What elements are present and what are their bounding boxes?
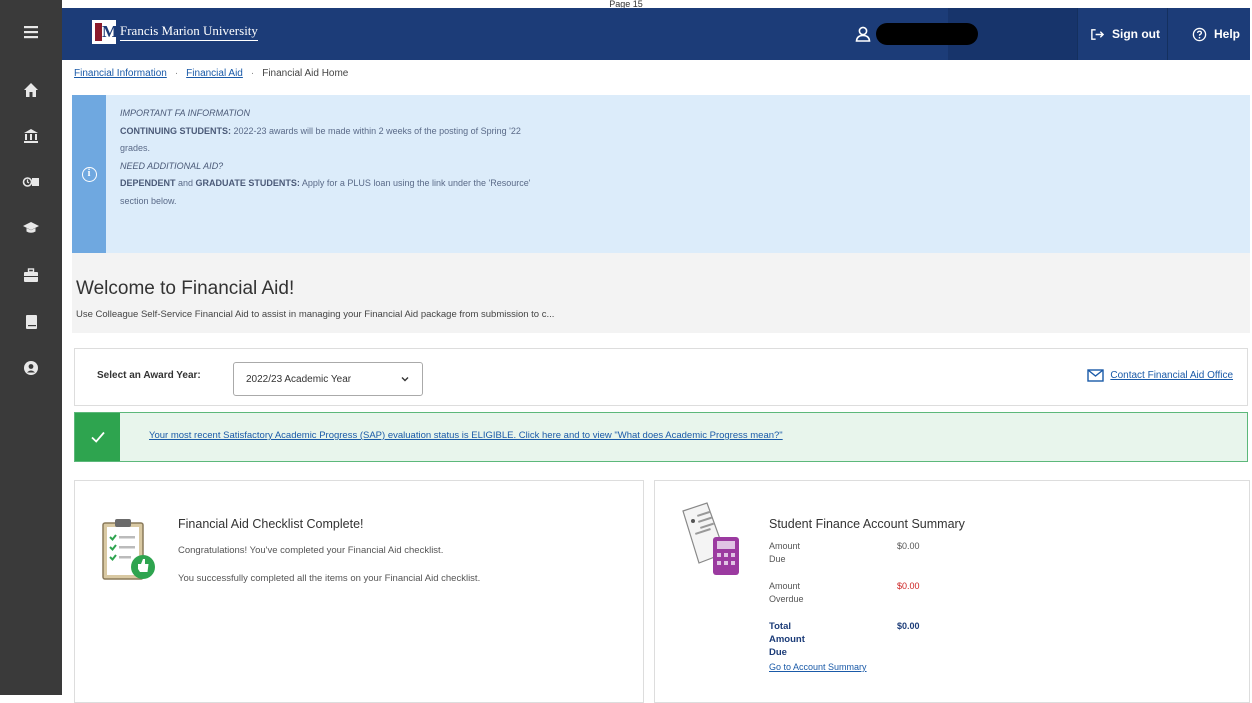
info-emphasis: DEPENDENT [120, 178, 176, 188]
finance-row-label: Total Amount Due [769, 620, 897, 659]
info-line-dependent-cont: section below. [120, 195, 177, 206]
finance-row-label: Amount Due [769, 540, 897, 580]
info-alert-body: IMPORTANT FA INFORMATION CONTINUING STUD… [120, 105, 750, 210]
breadcrumb-separator: · [250, 68, 255, 79]
sign-out-icon [1091, 28, 1105, 40]
finance-row-label: Amount Overdue [769, 580, 897, 620]
menu-icon[interactable] [0, 12, 62, 52]
label-line: Overdue [769, 594, 804, 604]
checklist-detail: You successfully completed all the items… [178, 573, 481, 584]
info-emphasis: GRADUATE STUDENTS: [195, 178, 300, 188]
university-logo-mark: M [92, 20, 118, 44]
label-line: Due [769, 554, 786, 564]
info-line-continuing: CONTINUING STUDENTS: 2022-23 awards will… [120, 123, 750, 141]
finance-amount-overdue: $0.00 [897, 581, 920, 591]
user-icon [855, 26, 871, 42]
page-title: Welcome to Financial Aid! [76, 278, 295, 299]
label-line: Amount [769, 541, 801, 551]
info-text: and [175, 178, 196, 188]
finance-row-total-due: Total Amount Due $0.00 [769, 620, 969, 659]
sap-status-alert: Your most recent Satisfactory Academic P… [74, 412, 1248, 462]
help-label: Help [1213, 27, 1240, 41]
invoice-calculator-icon [682, 502, 739, 575]
user-menu[interactable] [854, 8, 978, 60]
help-button[interactable]: Help [1192, 8, 1240, 60]
info-text: 2022-23 awards will be made within 2 wee… [231, 125, 521, 136]
contact-financial-aid-link[interactable]: Contact Financial Aid Office [1087, 369, 1233, 382]
time-card-icon[interactable] [0, 162, 62, 202]
label-line: Due [769, 647, 787, 658]
award-year-label: Select an Award Year: [97, 370, 201, 381]
bank-icon[interactable] [0, 116, 62, 156]
finance-row-amount-overdue: Amount Overdue $0.00 [769, 580, 969, 620]
home-icon[interactable] [0, 70, 62, 110]
label-line: Amount [769, 581, 801, 591]
award-year-select[interactable]: 2022/23 Academic Year [233, 362, 423, 396]
help-icon [1192, 27, 1207, 41]
success-bar [75, 413, 120, 461]
divider [1167, 8, 1168, 60]
finance-row-amount-due: Amount Due $0.00 [769, 540, 969, 580]
breadcrumb-separator: · [174, 68, 179, 79]
contact-link-label: Contact Financial Aid Office [1110, 370, 1233, 381]
chevron-down-icon [401, 377, 409, 382]
sap-status-link[interactable]: Your most recent Satisfactory Academic P… [149, 430, 783, 441]
award-year-selected: 2022/23 Academic Year [246, 374, 352, 385]
info-text: Apply for a PLUS loan using the link und… [299, 178, 531, 188]
checkmark-icon [90, 431, 105, 443]
breadcrumb-financial-aid[interactable]: Financial Aid [186, 68, 243, 79]
book-icon[interactable] [0, 302, 62, 342]
info-icon: i [81, 166, 97, 182]
info-alert: i IMPORTANT FA INFORMATION CONTINUING ST… [72, 95, 1250, 253]
main-area: M Francis Marion University Sign out Hel… [62, 8, 1252, 703]
info-emphasis: CONTINUING STUDENTS: [120, 125, 231, 136]
finance-amount-due: $0.00 [897, 541, 920, 551]
checklist-card: Financial Aid Checklist Complete! Congra… [74, 480, 644, 703]
university-logo[interactable]: M Francis Marion University [92, 18, 258, 46]
info-heading: IMPORTANT FA INFORMATION [120, 108, 250, 118]
finance-summary-card: Student Finance Account Summary Amount Du… [654, 480, 1250, 703]
checklist-message: Congratulations! You've completed your F… [178, 545, 444, 556]
university-name: Francis Marion University [120, 23, 258, 41]
finance-total-due: $0.00 [897, 621, 920, 631]
sign-out-label: Sign out [1112, 27, 1160, 41]
label-line: Total [769, 621, 791, 632]
top-bar: M Francis Marion University Sign out Hel… [62, 8, 1250, 60]
envelope-icon [1087, 369, 1105, 382]
breadcrumb-current: Financial Aid Home [262, 68, 349, 79]
page-caption: Page 15 [609, 0, 643, 8]
left-sidebar [0, 0, 62, 695]
account-summary-link[interactable]: Go to Account Summary [769, 662, 867, 672]
label-line: Amount [769, 634, 805, 645]
info-line-continuing-cont: grades. [120, 143, 151, 153]
briefcase-icon[interactable] [0, 255, 62, 295]
info-alert-bar: i [72, 95, 106, 253]
award-year-row: Select an Award Year: 2022/23 Academic Y… [74, 348, 1248, 406]
sign-out-button[interactable]: Sign out [1090, 8, 1160, 60]
info-line-dependent: DEPENDENT and GRADUATE STUDENTS: Apply f… [120, 175, 750, 193]
breadcrumb-financial-information[interactable]: Financial Information [74, 68, 167, 79]
redacted-username [876, 23, 978, 45]
finance-summary-table: Amount Due $0.00 Amount Overdue $0.00 Tota… [769, 540, 969, 659]
graduation-cap-icon[interactable] [0, 208, 62, 248]
clipboard-checklist-icon [102, 519, 155, 580]
page-subtitle: Use Colleague Self-Service Financial Aid… [76, 309, 555, 320]
checklist-title: Financial Aid Checklist Complete! [178, 517, 364, 531]
info-heading-2: NEED ADDITIONAL AID? [120, 160, 224, 171]
divider [1077, 8, 1078, 60]
breadcrumb: Financial Information · Financial Aid · … [74, 68, 348, 79]
user-circle-icon[interactable] [0, 348, 62, 388]
finance-summary-title: Student Finance Account Summary [769, 517, 965, 531]
